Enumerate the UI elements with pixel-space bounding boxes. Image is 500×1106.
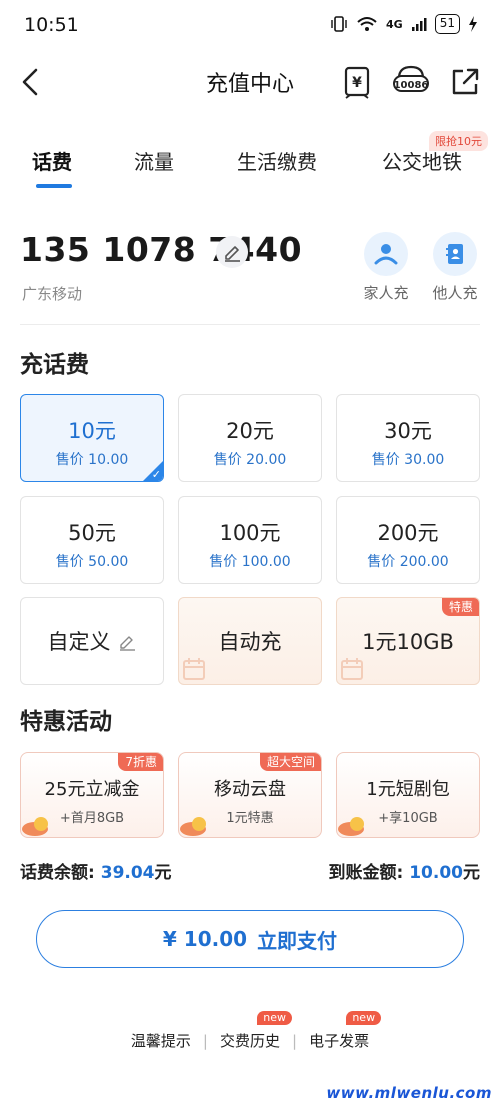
coin-icon [22,817,48,836]
share-button[interactable] [447,64,483,100]
balance-unit: 元 [154,863,172,883]
pencil-icon [225,246,240,262]
promo-card-short-drama[interactable]: 1元短剧包 +享10GB [336,752,480,838]
custom-amount-label: 自定义 [47,630,111,654]
custom-amount-button[interactable]: 自定义 [20,597,164,685]
promo-card-cloud-drive[interactable]: 移动云盘 1元特惠 超大空间 [178,752,322,838]
arrival-label: 到账金额: [328,863,404,883]
vibrate-icon [331,16,347,32]
network-type: 4G [386,17,403,31]
yuan-bill-icon: ¥ [344,66,370,99]
recharge-section-title: 充话费 [20,352,89,378]
data-pack-label: 1元10GB [362,630,454,654]
tab-promo-badge: 限抢10元 [429,131,488,151]
signal-icon [411,18,427,31]
category-tabs: 话费 流量 生活缴费 公交地铁 [0,130,500,194]
watermark: www.mlwenlu.com [326,1084,492,1102]
battery-indicator: 51 [434,14,460,34]
tab-utilities[interactable]: 生活缴费 [237,146,317,175]
promo-tag: 7折惠 [118,753,163,771]
promo-title: 25元立减金 [44,779,140,800]
arrival-unit: 元 [463,863,480,883]
option-price: 售价 200.00 [367,554,449,570]
promo-title: 移动云盘 [214,779,286,800]
recharge-option-50[interactable]: 50元 售价 50.00 [20,496,164,584]
share-icon [452,68,479,95]
tab-phone-bill[interactable]: 话费 [32,146,72,175]
family-recharge-button[interactable]: 家人充 [356,232,416,303]
others-recharge-button[interactable]: 他人充 [425,232,485,303]
balance-value: 39.04 [100,863,155,883]
coin-icon [180,817,206,836]
svg-text:10086: 10086 [394,80,429,91]
discount-tag: 特惠 [441,598,479,616]
data-pack-button[interactable]: 1元10GB 特惠 [336,597,480,685]
recharge-option-100[interactable]: 100元 售价 100.00 [178,496,322,584]
balance-info: 话费余额: 39.04元 [20,858,172,883]
charging-icon [469,16,477,32]
footer-links: 温馨提示 | 交费历史 new | 电子发票 new [0,1011,500,1051]
recharge-option-30[interactable]: 30元 售价 30.00 [336,394,480,482]
auto-recharge-label: 自动充 [218,630,282,654]
edit-number-button[interactable] [216,236,248,268]
contact-book-icon [446,244,463,264]
status-bar: 10:51 4G 51 [0,0,500,52]
option-price: 售价 20.00 [213,452,287,468]
family-recharge-label: 家人充 [363,284,409,302]
recharge-option-20[interactable]: 20元 售价 20.00 [178,394,322,482]
recharge-option-200[interactable]: 200元 售价 200.00 [336,496,480,584]
customer-service-button[interactable]: 10086 [391,64,429,100]
payment-history-link[interactable]: 交费历史 new [208,1011,292,1051]
option-amount: 30元 [384,419,432,443]
active-tab-indicator [36,184,72,188]
new-badge: new [346,1011,382,1025]
pay-now-button[interactable]: ¥ 10.00 立即支付 [36,910,464,968]
option-price: 售价 100.00 [209,554,291,570]
checkmark-icon: ✓ [151,468,161,481]
pay-label: 立即支付 [257,928,338,953]
pay-amount: ¥ 10.00 [162,927,248,951]
phone-number: 135 1078 7440 [20,230,303,269]
option-price: 售价 30.00 [371,452,445,468]
coin-icon [338,817,364,836]
status-icons: 4G 51 [330,14,478,34]
chevron-left-icon [22,68,38,96]
option-amount: 20元 [226,419,274,443]
wifi-icon [357,17,377,31]
divider [20,324,480,325]
arrival-info: 到账金额: 10.00元 [328,858,480,883]
carrier-label: 广东移动 [22,285,83,303]
nav-bar: 充值中心 ¥ 10086 [0,58,500,108]
status-time: 10:51 [24,14,79,36]
e-invoice-link[interactable]: 电子发票 new [297,1011,382,1051]
option-amount: 100元 [219,521,281,545]
promo-card-coupon[interactable]: 25元立减金 +首月8GB 7折惠 [20,752,164,838]
family-icon [374,244,398,265]
tips-link[interactable]: 温馨提示 [119,1030,203,1051]
arrival-value: 10.00 [409,863,463,883]
promo-tag: 超大空间 [259,753,321,771]
tab-data[interactable]: 流量 [134,146,174,175]
promo-title: 1元短剧包 [366,779,450,800]
pencil-icon [119,636,135,651]
recharge-option-10[interactable]: 10元 售价 10.00 ✓ [20,394,164,482]
option-amount: 10元 [68,419,116,443]
svg-text:¥: ¥ [352,75,362,91]
auto-recharge-button[interactable]: 自动充 [178,597,322,685]
back-button[interactable] [14,62,50,102]
new-badge: new [257,1011,292,1025]
calendar-icon [341,658,363,680]
promotions-section-title: 特惠活动 [20,709,112,735]
option-amount: 200元 [377,521,439,545]
calendar-icon [183,658,205,680]
bill-button[interactable]: ¥ [339,64,375,100]
customer-service-icon: 10086 [393,65,429,92]
option-amount: 50元 [68,521,116,545]
others-recharge-label: 他人充 [432,284,478,302]
balance-label: 话费余额: [20,863,95,883]
option-price: 售价 50.00 [55,554,129,570]
